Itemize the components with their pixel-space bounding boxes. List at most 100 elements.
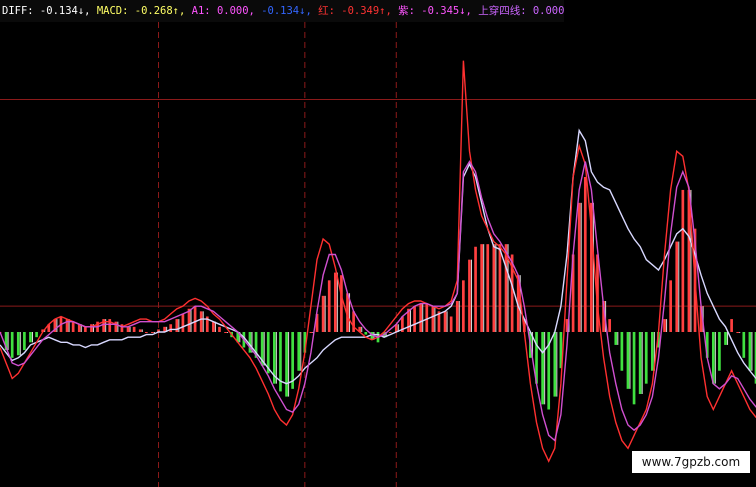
histogram-bar bbox=[486, 244, 490, 332]
histogram-bar-highlight bbox=[470, 259, 472, 332]
histogram-bar bbox=[419, 303, 423, 332]
histogram-bar bbox=[724, 332, 727, 345]
histogram-bar bbox=[675, 241, 679, 332]
histogram-bar bbox=[327, 280, 331, 332]
histogram-bar-highlight bbox=[446, 311, 448, 332]
histogram-bar-highlight bbox=[422, 303, 424, 332]
histogram-bar-highlight bbox=[678, 241, 680, 332]
histogram-bar bbox=[285, 332, 288, 397]
histogram-bar bbox=[626, 332, 630, 389]
histogram-bar-highlight bbox=[263, 332, 265, 366]
histogram-bar bbox=[144, 332, 148, 333]
histogram-bar bbox=[279, 332, 282, 392]
legend-item: A1: 0.000, bbox=[191, 5, 262, 17]
histogram-bar bbox=[181, 313, 185, 332]
histogram-bar bbox=[681, 189, 685, 332]
histogram-bar bbox=[84, 326, 87, 332]
histogram-bar bbox=[669, 280, 672, 332]
histogram-bar bbox=[340, 275, 343, 332]
histogram-bar-highlight bbox=[324, 295, 326, 332]
histogram-bar-highlight bbox=[227, 332, 229, 333]
histogram-bar-highlight bbox=[580, 202, 582, 332]
histogram-bar-highlight bbox=[641, 332, 643, 394]
histogram-bar bbox=[462, 280, 465, 332]
histogram-bar bbox=[35, 332, 38, 338]
histogram-bar bbox=[541, 332, 544, 405]
histogram-bar bbox=[443, 311, 447, 332]
histogram-bar bbox=[577, 202, 581, 332]
histogram-bar-highlight bbox=[629, 332, 631, 389]
histogram-bar-highlight bbox=[190, 308, 192, 332]
histogram-bar bbox=[169, 324, 173, 332]
histogram-bar bbox=[480, 244, 483, 332]
histogram-bar bbox=[352, 311, 355, 332]
histogram-bar bbox=[608, 319, 612, 332]
histogram-bar-highlight bbox=[714, 332, 716, 384]
histogram-bar bbox=[651, 332, 654, 371]
histogram-bar bbox=[614, 332, 618, 345]
chart-background bbox=[0, 0, 756, 487]
histogram-bar-highlight bbox=[361, 326, 363, 332]
histogram-bar bbox=[413, 306, 416, 332]
histogram-bar bbox=[193, 306, 197, 332]
legend-item: MACD: -0.268↑, bbox=[96, 5, 192, 17]
histogram-bar bbox=[10, 332, 14, 358]
histogram-bar bbox=[199, 311, 203, 332]
histogram-bar-highlight bbox=[666, 319, 668, 332]
histogram-bar bbox=[620, 332, 624, 371]
histogram-bar-highlight bbox=[32, 332, 34, 343]
histogram-bar-highlight bbox=[275, 332, 277, 384]
legend-item: 红: -0.349↑, bbox=[318, 5, 399, 17]
histogram-bar-highlight bbox=[141, 329, 143, 332]
histogram-bar bbox=[126, 326, 130, 332]
legend-item: 上穿四线: 0.000 bbox=[478, 5, 565, 17]
histogram-bar-highlight bbox=[495, 244, 497, 332]
histogram-bar bbox=[218, 326, 221, 332]
histogram-bar bbox=[364, 332, 368, 335]
histogram-bar-highlight bbox=[544, 332, 546, 405]
histogram-bar bbox=[151, 332, 154, 333]
histogram-bar bbox=[638, 332, 642, 394]
histogram-bar bbox=[663, 319, 666, 332]
histogram-bar bbox=[553, 332, 557, 397]
histogram-bar-highlight bbox=[751, 332, 753, 371]
histogram-bar bbox=[632, 332, 636, 405]
histogram-bar bbox=[297, 332, 301, 371]
legend-item: -0.134↓, bbox=[261, 5, 319, 17]
histogram-bar bbox=[425, 303, 429, 332]
histogram-bar-highlight bbox=[483, 244, 485, 332]
histogram-bar bbox=[498, 244, 502, 332]
site-watermark: www.7gpzb.com bbox=[632, 451, 750, 473]
histogram-bar bbox=[333, 272, 337, 332]
histogram-bar bbox=[455, 301, 459, 332]
histogram-bar bbox=[583, 177, 587, 332]
histogram-bar bbox=[71, 321, 75, 332]
histogram-bar-highlight bbox=[56, 319, 58, 332]
histogram-bar bbox=[468, 259, 471, 332]
histogram-bar bbox=[90, 324, 93, 332]
histogram-bar bbox=[212, 321, 215, 332]
histogram-bar bbox=[16, 332, 20, 356]
histogram-bar bbox=[644, 332, 648, 384]
histogram-bar-highlight bbox=[458, 301, 460, 332]
histogram-bar-highlight bbox=[129, 326, 131, 332]
histogram-bar bbox=[388, 332, 392, 333]
histogram-bar bbox=[718, 332, 721, 371]
histogram-bar-highlight bbox=[300, 332, 302, 371]
legend-item: DIFF: -0.134↓, bbox=[2, 5, 97, 17]
histogram-bar bbox=[138, 329, 142, 332]
histogram-bar bbox=[449, 316, 453, 332]
histogram-bar bbox=[730, 319, 733, 332]
histogram-bar-highlight bbox=[288, 332, 290, 397]
histogram-bar-highlight bbox=[556, 332, 558, 397]
histogram-bar bbox=[29, 332, 32, 343]
histogram-bar bbox=[742, 332, 746, 358]
histogram-bar-highlight bbox=[727, 332, 729, 345]
histogram-bar-highlight bbox=[434, 306, 436, 332]
histogram-bar bbox=[224, 332, 227, 333]
legend-item: 紫: -0.345↓, bbox=[398, 5, 479, 17]
histogram-bar bbox=[132, 326, 136, 332]
histogram-bar-highlight bbox=[178, 319, 180, 332]
histogram-bar bbox=[431, 306, 435, 332]
histogram-bar bbox=[492, 244, 496, 332]
